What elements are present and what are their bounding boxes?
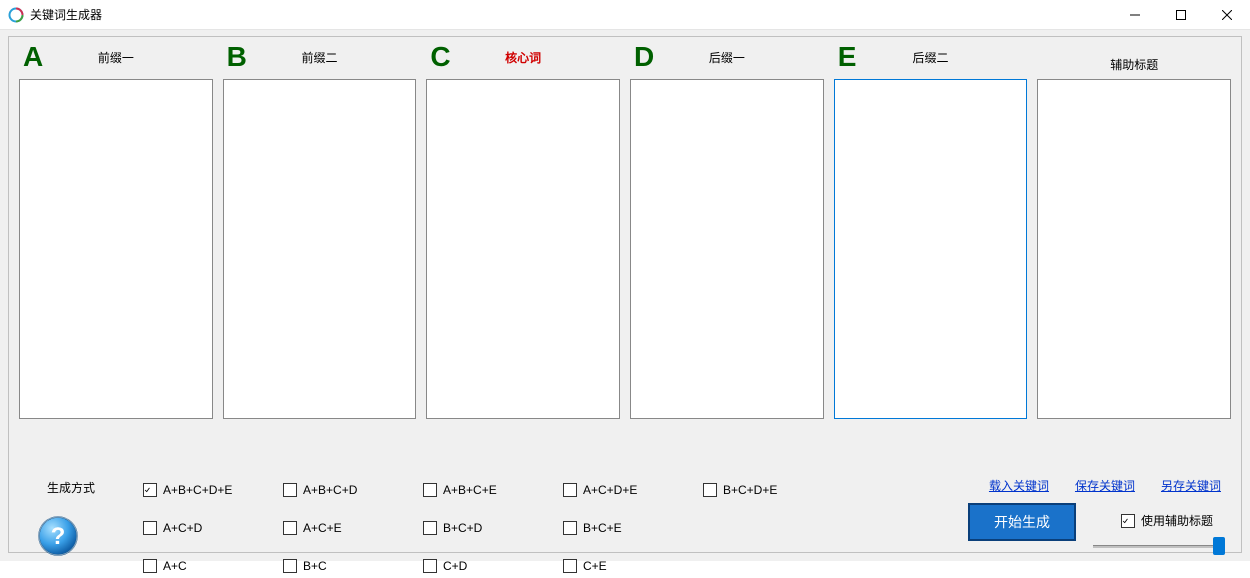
use-aux-label: 使用辅助标题 (1141, 512, 1213, 529)
col-letter: A (23, 41, 53, 73)
help-button[interactable]: ? (37, 515, 79, 557)
input-suffix-1[interactable] (630, 79, 824, 419)
opt-abcd[interactable]: A+B+C+D (283, 477, 423, 502)
opacity-slider[interactable] (1093, 537, 1221, 557)
column-headers: A 前缀一 B 前缀二 C 核心词 D 后缀一 E 后缀二 辅助标题 (19, 41, 1231, 73)
generate-mode-label: 生成方式 (47, 479, 95, 496)
option-grid: A+B+C+D+E A+B+C+D A+B+C+E A+C+D+E B+C+D+… (143, 477, 843, 578)
column-inputs (19, 79, 1231, 419)
col-title: 后缀一 (664, 49, 820, 66)
opt-label: A+C+D (163, 521, 202, 535)
opt-label: A+B+C+E (443, 483, 497, 497)
input-prefix-2[interactable] (223, 79, 417, 419)
start-btn-label: 开始生成 (994, 512, 1050, 532)
opt-cd[interactable]: C+D (423, 553, 563, 578)
col-head-aux: 辅助标题 (1037, 56, 1231, 73)
opt-label: B+C+D (443, 521, 482, 535)
opt-label: A+B+C+D (303, 483, 357, 497)
opt-acde[interactable]: A+C+D+E (563, 477, 703, 502)
opt-label: B+C+E (583, 521, 622, 535)
opt-bcde[interactable]: B+C+D+E (703, 477, 843, 502)
opt-bce[interactable]: B+C+E (563, 515, 703, 540)
input-prefix-1[interactable] (19, 79, 213, 419)
slider-thumb[interactable] (1213, 537, 1225, 555)
opt-bc[interactable]: B+C (283, 553, 423, 578)
maximize-button[interactable] (1158, 0, 1204, 30)
checkbox-icon[interactable] (423, 521, 437, 535)
opt-bcd[interactable]: B+C+D (423, 515, 563, 540)
opt-ce[interactable]: C+E (563, 553, 703, 578)
window-title: 关键词生成器 (30, 6, 102, 23)
col-title: 前缀一 (53, 49, 209, 66)
main-panel: A 前缀一 B 前缀二 C 核心词 D 后缀一 E 后缀二 辅助标题 (8, 36, 1242, 553)
checkbox-icon[interactable] (423, 483, 437, 497)
checkbox-icon[interactable] (143, 521, 157, 535)
save-as-keywords-link[interactable]: 另存关键词 (1161, 477, 1221, 494)
use-aux-title-checkbox[interactable]: 使用辅助标题 (1121, 512, 1213, 529)
titlebar: 关键词生成器 (0, 0, 1250, 30)
opt-ace[interactable]: A+C+E (283, 515, 423, 540)
save-keywords-link[interactable]: 保存关键词 (1075, 477, 1135, 494)
bottom-controls: 生成方式 A+B+C+D+E A+B+C+D A+B+C+E A+C+D (19, 467, 1231, 542)
checkbox-icon[interactable] (1121, 514, 1135, 528)
opt-label: B+C+D+E (723, 483, 777, 497)
load-keywords-link[interactable]: 载入关键词 (989, 477, 1049, 494)
col-title: 后缀二 (868, 49, 1024, 66)
opt-label: A+C+D+E (583, 483, 637, 497)
opt-acd[interactable]: A+C+D (143, 515, 283, 540)
opt-label: A+B+C+D+E (163, 483, 232, 497)
checkbox-icon[interactable] (703, 483, 717, 497)
svg-text:?: ? (51, 523, 66, 550)
col-head-b: B 前缀二 (223, 41, 417, 73)
col-head-d: D 后缀一 (630, 41, 824, 73)
input-core[interactable] (426, 79, 620, 419)
window-controls (1112, 0, 1250, 30)
col-title: 辅助标题 (1041, 56, 1227, 73)
opt-label: A+C+E (303, 521, 342, 535)
input-aux-title[interactable] (1037, 79, 1231, 419)
slider-track (1093, 545, 1221, 548)
col-title: 核心词 (460, 49, 616, 66)
col-head-c: C 核心词 (426, 41, 620, 73)
opt-abce[interactable]: A+B+C+E (423, 477, 563, 502)
checkbox-icon[interactable] (283, 521, 297, 535)
input-suffix-2[interactable] (834, 79, 1028, 419)
checkbox-icon[interactable] (563, 483, 577, 497)
col-letter: E (838, 41, 868, 73)
opt-ac[interactable]: A+C (143, 553, 283, 578)
close-button[interactable] (1204, 0, 1250, 30)
app-body: A 前缀一 B 前缀二 C 核心词 D 后缀一 E 后缀二 辅助标题 (0, 30, 1250, 561)
minimize-button[interactable] (1112, 0, 1158, 30)
opt-abcde[interactable]: A+B+C+D+E (143, 477, 283, 502)
col-head-e: E 后缀二 (834, 41, 1028, 73)
start-generate-button[interactable]: 开始生成 (968, 503, 1076, 541)
checkbox-icon[interactable] (283, 483, 297, 497)
col-head-a: A 前缀一 (19, 41, 213, 73)
col-letter: D (634, 41, 664, 73)
checkbox-icon[interactable] (563, 521, 577, 535)
col-letter: C (430, 41, 460, 73)
checkbox-icon[interactable] (143, 483, 157, 497)
file-links: 载入关键词 保存关键词 另存关键词 (989, 477, 1221, 494)
col-title: 前缀二 (257, 49, 413, 66)
app-icon (8, 7, 24, 23)
col-letter: B (227, 41, 257, 73)
